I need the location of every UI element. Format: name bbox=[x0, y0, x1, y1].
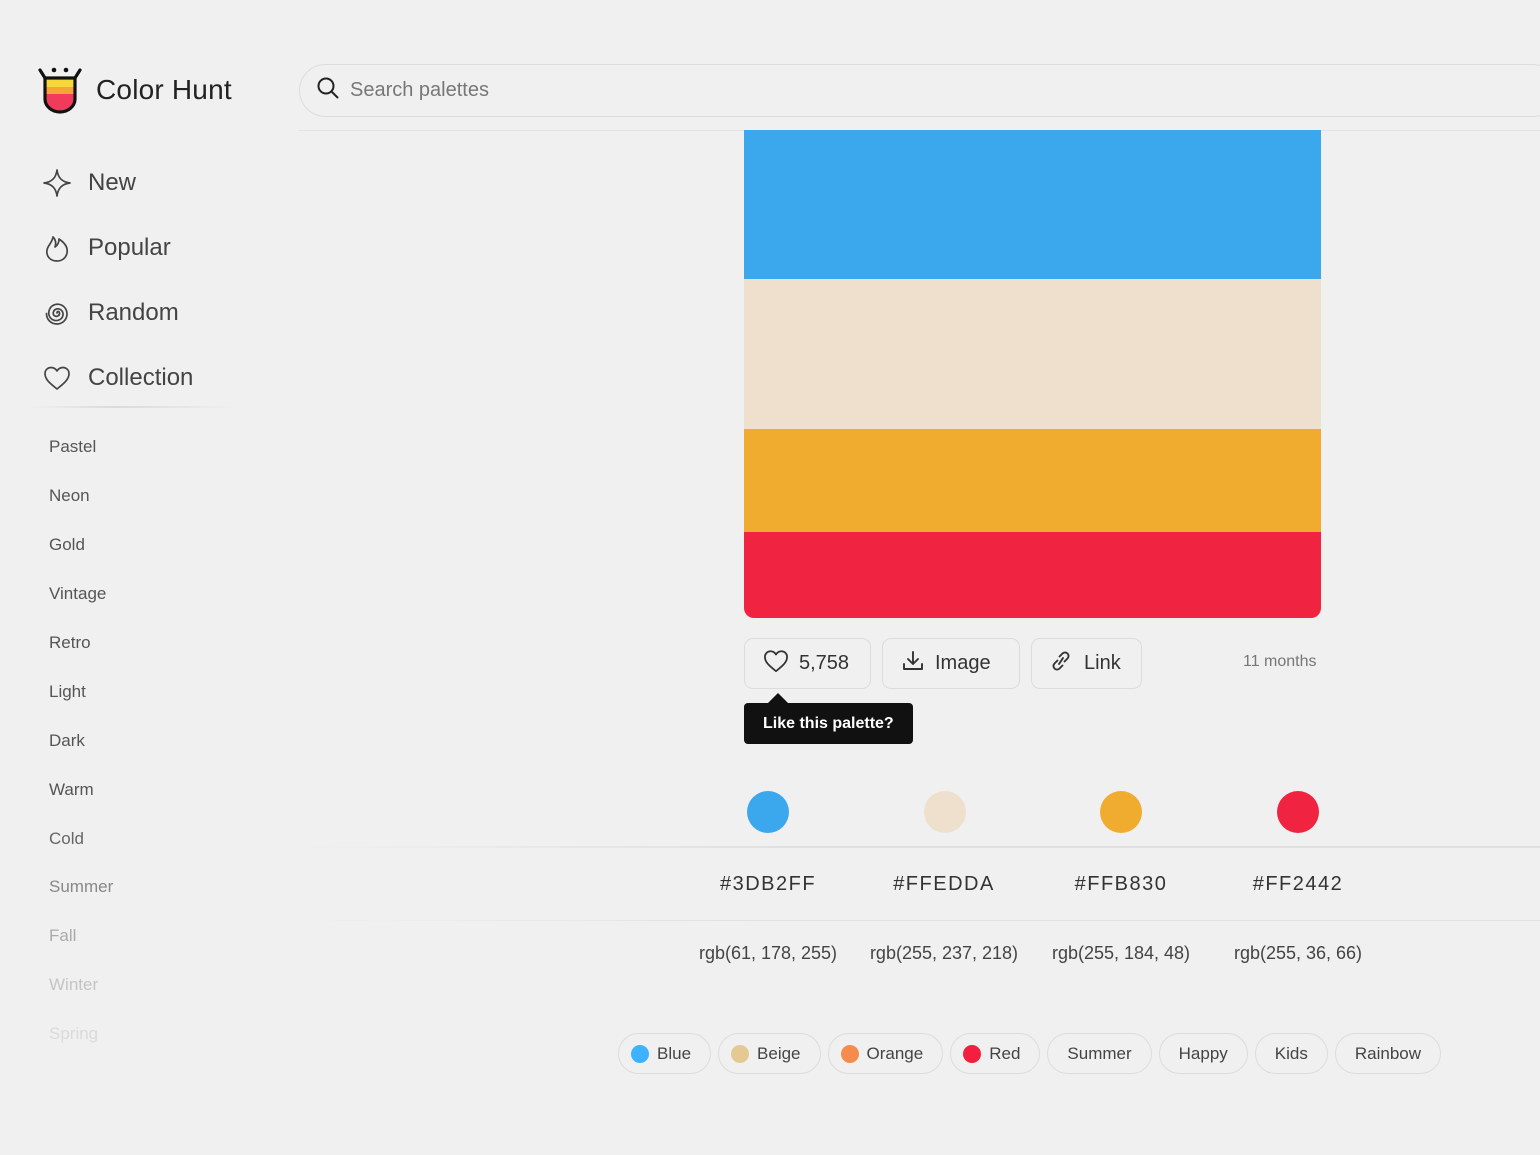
sparkle-icon bbox=[40, 166, 74, 200]
sidebar-tag-cold[interactable]: Cold bbox=[49, 814, 113, 863]
chip-label: Blue bbox=[657, 1043, 692, 1063]
like-count: 5,758 bbox=[799, 652, 850, 674]
search-bar[interactable] bbox=[299, 64, 1540, 117]
palette-age: 11 months bbox=[1243, 653, 1317, 670]
spiral-icon bbox=[40, 296, 74, 330]
color-dot-2[interactable] bbox=[924, 791, 966, 833]
image-label: Image bbox=[935, 652, 991, 674]
tag-chip-summer[interactable]: Summer bbox=[1047, 1033, 1152, 1074]
nav-item-new[interactable]: New bbox=[40, 150, 193, 215]
sidebar-tag-retro[interactable]: Retro bbox=[49, 619, 113, 668]
palette-swatch-2[interactable] bbox=[744, 279, 1321, 429]
like-button[interactable]: 5,758 bbox=[744, 638, 871, 689]
app-name: Color Hunt bbox=[96, 74, 232, 105]
sidebar-tag-dark[interactable]: Dark bbox=[49, 716, 113, 765]
sidebar-tag-fall[interactable]: Fall bbox=[49, 912, 113, 961]
color-dot-icon bbox=[840, 1044, 859, 1063]
logo[interactable]: Color Hunt bbox=[38, 66, 232, 114]
nav-label: Random bbox=[88, 298, 179, 326]
heart-icon bbox=[763, 649, 789, 679]
sidebar-tag-neon[interactable]: Neon bbox=[49, 472, 113, 521]
tag-chip-beige[interactable]: Beige bbox=[718, 1033, 821, 1074]
color-dot-4[interactable] bbox=[1277, 791, 1319, 833]
color-dot-icon bbox=[963, 1044, 982, 1063]
color-dot-1[interactable] bbox=[747, 791, 789, 833]
sidebar-tag-warm[interactable]: Warm bbox=[49, 765, 113, 814]
nav-item-random[interactable]: Random bbox=[40, 280, 193, 345]
flame-icon bbox=[40, 231, 74, 265]
search-input[interactable] bbox=[350, 79, 950, 102]
sidebar-tags: Pastel Neon Gold Vintage Retro Light Dar… bbox=[49, 423, 113, 1059]
rgb-value-4[interactable]: rgb(255, 36, 66) bbox=[1198, 943, 1398, 964]
tag-chip-blue[interactable]: Blue bbox=[618, 1033, 712, 1074]
rgb-value-1[interactable]: rgb(61, 178, 255) bbox=[668, 943, 868, 964]
palette-actions: 5,758 Image Link bbox=[744, 638, 1142, 689]
palette-swatch-3[interactable] bbox=[744, 429, 1321, 532]
color-divider-1 bbox=[290, 846, 1540, 848]
sidebar-nav: New Popular Random Collection bbox=[40, 150, 193, 410]
search-icon bbox=[316, 76, 340, 105]
nav-label: Popular bbox=[88, 233, 171, 261]
color-dot-3[interactable] bbox=[1100, 791, 1142, 833]
sidebar-tag-vintage[interactable]: Vintage bbox=[49, 570, 113, 619]
palette-tags: Blue Beige Orange Red Summer Happy Kids … bbox=[618, 1033, 1442, 1074]
copy-link-button[interactable]: Link bbox=[1031, 638, 1142, 689]
link-label: Link bbox=[1084, 652, 1121, 674]
download-image-button[interactable]: Image bbox=[882, 638, 1020, 689]
chip-label: Beige bbox=[757, 1043, 801, 1063]
tooltip-arrow bbox=[768, 693, 788, 703]
rgb-value-3[interactable]: rgb(255, 184, 48) bbox=[1021, 943, 1221, 964]
nav-item-popular[interactable]: Popular bbox=[40, 215, 193, 280]
sidebar-tag-gold[interactable]: Gold bbox=[49, 521, 113, 570]
link-icon bbox=[1048, 649, 1074, 679]
tag-chip-happy[interactable]: Happy bbox=[1158, 1033, 1248, 1074]
color-dot-icon bbox=[631, 1044, 649, 1063]
heart-icon bbox=[40, 361, 74, 395]
nav-label: New bbox=[88, 168, 137, 196]
chip-label: Red bbox=[989, 1043, 1021, 1063]
palette-card[interactable] bbox=[744, 130, 1321, 618]
download-icon bbox=[901, 649, 925, 679]
tag-chip-rainbow[interactable]: Rainbow bbox=[1334, 1033, 1442, 1074]
palette-swatch-4[interactable] bbox=[744, 532, 1321, 618]
palette-swatch-1[interactable] bbox=[744, 130, 1321, 279]
hex-code-2[interactable]: #FFEDDA bbox=[859, 873, 1029, 896]
sidebar-tag-pastel[interactable]: Pastel bbox=[49, 423, 113, 472]
sidebar-tag-winter[interactable]: Winter bbox=[49, 961, 113, 1010]
nav-item-collection[interactable]: Collection bbox=[40, 345, 193, 410]
sidebar-tag-summer[interactable]: Summer bbox=[49, 863, 113, 912]
sidebar-tag-light[interactable]: Light bbox=[49, 667, 113, 716]
sidebar-tag-spring[interactable]: Spring bbox=[49, 1010, 113, 1059]
tag-chip-orange[interactable]: Orange bbox=[827, 1033, 944, 1074]
sidebar-divider bbox=[30, 406, 240, 408]
nav-label: Collection bbox=[88, 363, 194, 391]
hex-code-4[interactable]: #FF2442 bbox=[1213, 873, 1383, 896]
chip-label: Orange bbox=[866, 1043, 924, 1063]
like-tooltip: Like this palette? bbox=[744, 703, 913, 744]
tag-chip-kids[interactable]: Kids bbox=[1254, 1033, 1328, 1074]
color-dot-icon bbox=[731, 1044, 750, 1063]
hex-code-3[interactable]: #FFB830 bbox=[1036, 873, 1206, 896]
logo-icon bbox=[38, 66, 82, 114]
tag-chip-red[interactable]: Red bbox=[950, 1033, 1041, 1074]
color-divider-2 bbox=[290, 920, 1540, 921]
hex-code-1[interactable]: #3DB2FF bbox=[683, 873, 853, 896]
rgb-value-2[interactable]: rgb(255, 237, 218) bbox=[844, 943, 1044, 964]
